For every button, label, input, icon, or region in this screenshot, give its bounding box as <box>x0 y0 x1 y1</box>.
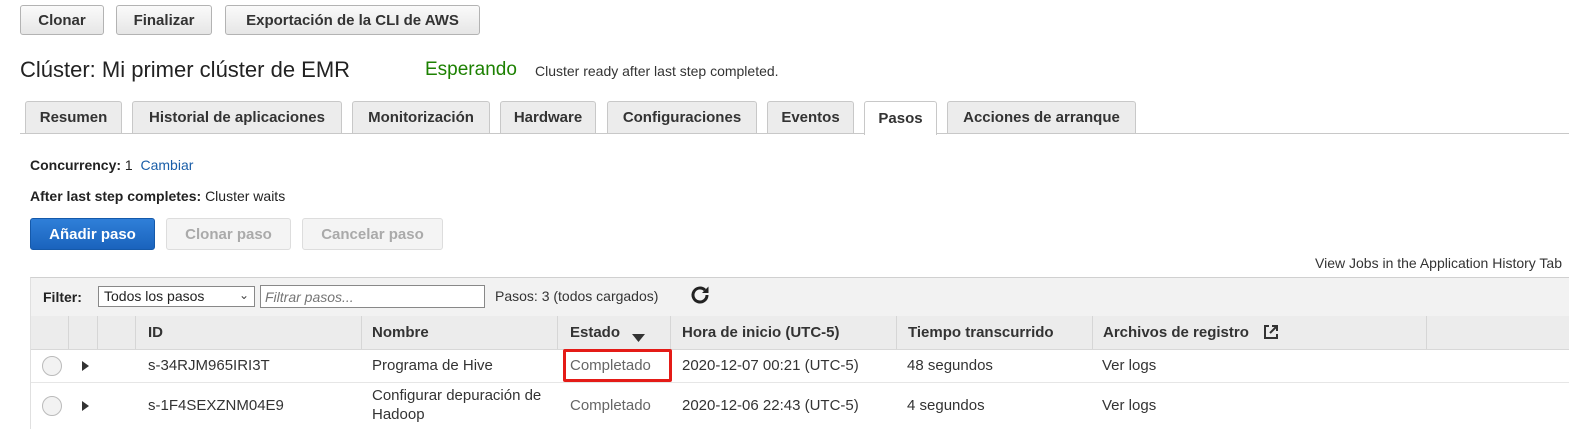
sort-descending-icon[interactable] <box>632 334 645 342</box>
table-row[interactable]: s-34RJM965IRI3T Programa de Hive Complet… <box>31 350 1569 383</box>
column-divider <box>670 316 671 349</box>
change-concurrency-link[interactable]: Cambiar <box>141 157 194 173</box>
tabs-divider <box>20 133 1569 134</box>
filter-steps-input[interactable] <box>260 285 485 308</box>
cancel-step-button[interactable]: Cancelar paso <box>302 218 443 250</box>
column-header-start-time[interactable]: Hora de inicio (UTC-5) <box>682 324 840 341</box>
aws-cli-export-button[interactable]: Exportación de la CLI de AWS <box>225 5 480 35</box>
view-logs-link[interactable]: Ver logs <box>1102 357 1156 374</box>
cluster-title: Clúster: Mi primer clúster de EMR <box>20 57 351 82</box>
step-id: s-34RJM965IRI3T <box>148 357 270 374</box>
column-header-elapsed[interactable]: Tiempo transcurrido <box>908 324 1054 341</box>
table-row[interactable]: s-1F4SEXZNM04E9 Configurar depuración de… <box>31 383 1569 428</box>
column-divider <box>557 316 558 349</box>
concurrency-value: 1 <box>124 157 133 173</box>
step-name: Configurar depuración de Hadoop <box>372 387 542 423</box>
column-header-log-files[interactable]: Archivos de registro <box>1103 324 1249 341</box>
table-header: ID Nombre Estado Hora de inicio (UTC-5) … <box>31 316 1569 350</box>
after-last-step-line: After last step completes: Cluster waits <box>30 188 285 204</box>
concurrency-label: Concurrency: <box>30 157 122 173</box>
clone-cluster-button[interactable]: Clonar <box>20 5 104 35</box>
tab-hardware[interactable]: Hardware <box>500 101 596 133</box>
column-divider <box>135 316 136 349</box>
column-header-name[interactable]: Nombre <box>372 324 429 341</box>
filter-label: Filter: <box>43 289 82 305</box>
tab-application-history[interactable]: Historial de aplicaciones <box>132 101 342 133</box>
column-header-id[interactable]: ID <box>148 324 163 341</box>
step-elapsed: 4 segundos <box>907 397 985 414</box>
external-link-icon <box>1264 325 1278 339</box>
row-select-radio[interactable] <box>42 396 62 416</box>
column-divider <box>1426 316 1427 349</box>
column-divider <box>1092 316 1093 349</box>
tab-steps[interactable]: Pasos <box>864 101 937 135</box>
expand-row-icon[interactable] <box>82 401 89 411</box>
step-elapsed: 48 segundos <box>907 357 993 374</box>
column-divider <box>896 316 897 349</box>
view-logs-link[interactable]: Ver logs <box>1102 397 1156 414</box>
column-divider <box>97 316 98 349</box>
column-divider <box>68 316 69 349</box>
column-header-status[interactable]: Estado <box>570 324 620 341</box>
step-filter-selected: Todos los pasos <box>104 288 205 304</box>
cluster-status-detail: Cluster ready after last step completed. <box>535 63 779 79</box>
tab-configurations[interactable]: Configuraciones <box>607 101 757 133</box>
highlight-box <box>563 349 672 382</box>
cluster-status: Esperando <box>425 59 517 80</box>
column-divider <box>361 316 362 349</box>
tab-summary[interactable]: Resumen <box>25 101 122 133</box>
refresh-icon[interactable] <box>688 283 712 307</box>
tab-events[interactable]: Eventos <box>767 101 854 133</box>
steps-count: Pasos: 3 (todos cargados) <box>495 288 659 304</box>
filter-bar: Filter: Todos los pasos ⌄ Pasos: 3 (todo… <box>31 278 1569 317</box>
after-last-step-label: After last step completes: <box>30 188 202 204</box>
step-filter-select[interactable]: Todos los pasos ⌄ <box>98 286 255 307</box>
concurrency-line: Concurrency: 1 Cambiar <box>30 157 193 173</box>
step-status: Completado <box>570 397 651 414</box>
step-name: Programa de Hive <box>372 357 493 374</box>
terminate-cluster-button[interactable]: Finalizar <box>116 5 212 35</box>
application-history-link[interactable]: View Jobs in the Application History Tab <box>1315 255 1562 271</box>
after-last-step-value: Cluster waits <box>205 188 286 204</box>
step-id: s-1F4SEXZNM04E9 <box>148 397 284 414</box>
add-step-button[interactable]: Añadir paso <box>30 218 155 250</box>
step-start-time: 2020-12-07 00:21 (UTC-5) <box>682 357 859 374</box>
tab-bootstrap-actions[interactable]: Acciones de arranque <box>947 101 1136 133</box>
step-start-time: 2020-12-06 22:43 (UTC-5) <box>682 397 859 414</box>
clone-step-button[interactable]: Clonar paso <box>166 218 291 250</box>
row-select-radio[interactable] <box>42 356 62 376</box>
expand-row-icon[interactable] <box>82 361 89 371</box>
chevron-down-icon: ⌄ <box>238 288 249 302</box>
tab-monitoring[interactable]: Monitorización <box>352 101 490 133</box>
steps-table: Filter: Todos los pasos ⌄ Pasos: 3 (todo… <box>30 277 1569 429</box>
